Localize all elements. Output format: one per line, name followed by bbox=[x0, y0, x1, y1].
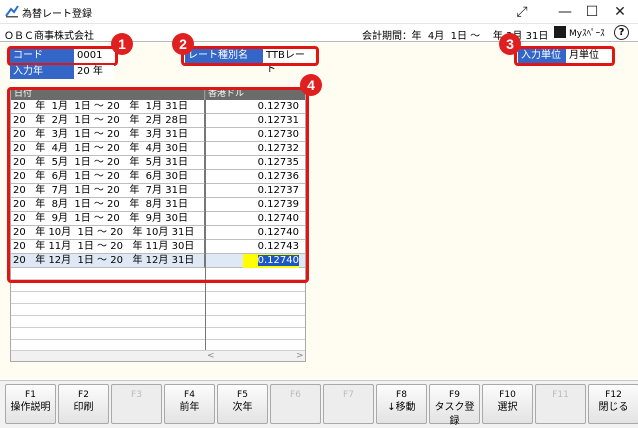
empty-row bbox=[11, 328, 205, 340]
empty-row bbox=[205, 316, 305, 328]
myspace-button[interactable]: Myｽﾍﾟｰｽ bbox=[554, 26, 605, 40]
fkey-f4-button[interactable]: F4 前年 bbox=[164, 384, 215, 424]
fkey-number: F8 bbox=[396, 390, 407, 400]
fkey-number: F7 bbox=[343, 390, 354, 400]
empty-row bbox=[205, 292, 305, 304]
myspace-label: Myｽﾍﾟｰｽ bbox=[569, 29, 605, 39]
empty-row bbox=[11, 292, 205, 304]
callout-box-4 bbox=[7, 87, 309, 283]
fkey-number: F12 bbox=[605, 390, 622, 400]
horizontal-scrollbar[interactable]: < > bbox=[11, 350, 305, 361]
fkey-f9-button[interactable]: F9 タスク登録 bbox=[429, 384, 480, 427]
title-bar: 為替レート登録 ⤢ — ☐ ✕ bbox=[0, 0, 638, 24]
empty-row bbox=[11, 316, 205, 328]
fkey-label: 閉じる bbox=[598, 402, 629, 413]
fkey-f6-button[interactable]: F6 bbox=[270, 384, 321, 424]
info-bar: ＯＢＣ商事株式会社 会計期間： 年 4月 1日 ～ 年 3月 31日 Myｽﾍﾟ… bbox=[0, 24, 638, 42]
callout-box-1 bbox=[7, 46, 118, 66]
fkey-number: F5 bbox=[237, 390, 248, 400]
empty-row bbox=[205, 328, 305, 340]
expand-icon[interactable]: ⤢ bbox=[508, 0, 536, 24]
year-label: 入力年 bbox=[10, 65, 74, 79]
fkey-number: F2 bbox=[78, 390, 89, 400]
callout-badge-2: 2 bbox=[172, 33, 194, 55]
fkey-f1-button[interactable]: F1 操作説明 bbox=[5, 384, 56, 424]
fkey-number: F6 bbox=[290, 390, 301, 400]
fkey-label: タスク登録 bbox=[434, 402, 475, 427]
fkey-f10-button[interactable]: F10 選択 bbox=[482, 384, 533, 424]
fkey-f8-button[interactable]: F8 ↓移動 bbox=[376, 384, 427, 424]
callout-box-2 bbox=[181, 46, 319, 66]
fkey-label: 操作説明 bbox=[10, 402, 51, 413]
fkey-label: ↓移動 bbox=[387, 402, 416, 413]
empty-row bbox=[11, 304, 205, 316]
maximize-button[interactable]: ☐ bbox=[578, 0, 606, 24]
fkey-label: 選択 bbox=[497, 402, 518, 413]
company-name: ＯＢＣ商事株式会社 bbox=[4, 31, 94, 42]
fkey-f11-button[interactable]: F11 bbox=[535, 384, 586, 424]
main-panel: コード 0001 1 入力年 20 年 レート種別名 TTBレート 2 入力単位… bbox=[0, 33, 638, 379]
scroll-left-arrow[interactable]: < bbox=[207, 351, 215, 362]
fkey-label: 次年 bbox=[232, 402, 253, 413]
help-icon[interactable]: ? bbox=[614, 25, 629, 40]
callout-badge-1: 1 bbox=[111, 33, 133, 55]
callout-badge-4: 4 bbox=[300, 74, 322, 96]
fkey-number: F9 bbox=[449, 390, 460, 400]
fkey-label: 印刷 bbox=[73, 402, 94, 413]
fkey-label: 前年 bbox=[179, 402, 200, 413]
fkey-f12-button[interactable]: F12 閉じる bbox=[588, 384, 638, 424]
callout-box-3 bbox=[514, 46, 615, 66]
fkey-number: F4 bbox=[184, 390, 195, 400]
fiscal-period-value: 年 4月 1日 ～ 年 3月 31日 bbox=[402, 31, 549, 42]
fkey-f7-button[interactable]: F7 bbox=[323, 384, 374, 424]
function-key-bar: F1 操作説明 F2 印刷 F3 F4 前年 F5 次年 F6 F7 F8 ↓移動 F9 タスク登録 F10 選… bbox=[0, 380, 638, 428]
scroll-right-arrow[interactable]: > bbox=[296, 351, 304, 362]
minimize-button[interactable]: — bbox=[551, 0, 579, 24]
empty-row bbox=[205, 304, 305, 316]
fkey-f5-button[interactable]: F5 次年 bbox=[217, 384, 268, 424]
fkey-f3-button[interactable]: F3 bbox=[111, 384, 162, 424]
close-button[interactable]: ✕ bbox=[606, 0, 634, 24]
callout-badge-3: 3 bbox=[499, 33, 521, 55]
window-title: 為替レート登録 bbox=[22, 9, 92, 20]
fkey-number: F11 bbox=[552, 390, 569, 400]
myspace-icon bbox=[554, 26, 566, 38]
fkey-number: F3 bbox=[131, 390, 142, 400]
fkey-number: F10 bbox=[499, 390, 516, 400]
fkey-number: F1 bbox=[25, 390, 36, 400]
app-icon bbox=[5, 5, 19, 18]
fkey-f2-button[interactable]: F2 印刷 bbox=[58, 384, 109, 424]
year-value: 20 年 bbox=[77, 66, 103, 77]
year-field[interactable]: 20 年 bbox=[74, 65, 114, 79]
